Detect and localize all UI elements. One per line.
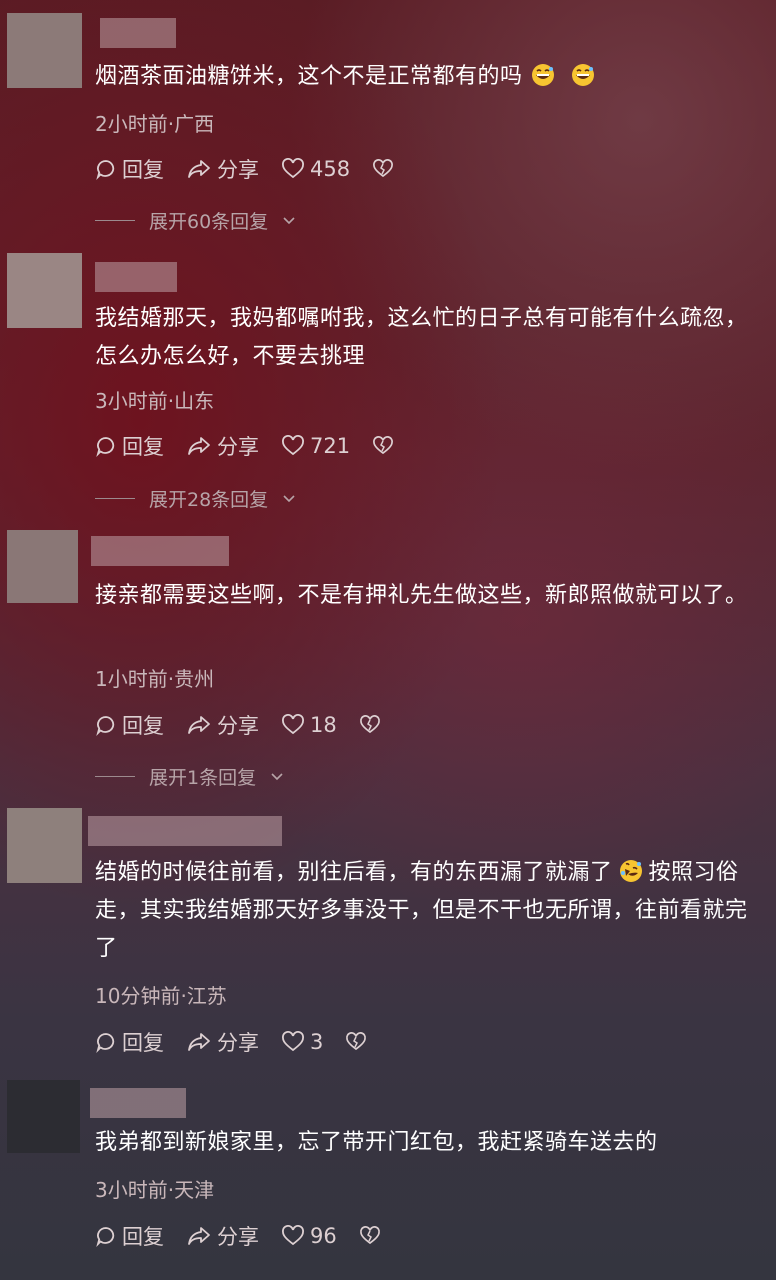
comment-text: 我结婚那天，我妈都嘱咐我，这么忙的日子总有可能有什么疏忽，怎么办怎么好，不要去挑… — [95, 306, 748, 369]
comment-time-location: 3小时前·天津 — [95, 1178, 215, 1202]
like-count: 721 — [310, 434, 351, 458]
reply-icon — [96, 160, 115, 180]
share-button[interactable]: 分享 — [186, 154, 259, 184]
reply-button[interactable]: 回复 — [95, 154, 164, 184]
avatar[interactable] — [7, 1080, 80, 1153]
comment-text: 结婚的时候往前看，别往后看，有的东西漏了就漏了 按照习俗走，其实我结婚那天好多事没… — [95, 860, 748, 961]
expand-replies[interactable]: 展开60条回复 — [95, 207, 296, 234]
like-button[interactable]: 458 — [281, 157, 350, 181]
avatar[interactable] — [7, 13, 82, 88]
username-blurred[interactable] — [88, 816, 282, 846]
comment-time-location: 3小时前·山东 — [95, 389, 215, 413]
comment-actions: 回复 分享 96 — [95, 1221, 381, 1251]
share-icon — [188, 160, 210, 178]
reply-icon — [96, 716, 115, 736]
dislike-button[interactable] — [372, 158, 394, 180]
reply-icon — [96, 1227, 115, 1247]
heart-icon — [282, 1031, 304, 1052]
share-button[interactable]: 分享 — [186, 710, 259, 740]
heart-icon — [282, 714, 304, 735]
like-count: 18 — [310, 713, 337, 737]
rolling-laughing-emoji — [619, 860, 642, 882]
grinning-sweat-emoji — [531, 64, 554, 86]
reply-button[interactable]: 回复 — [95, 431, 164, 461]
comment-text: 烟酒茶面油糖饼米，这个不是正常都有的吗 — [95, 58, 764, 96]
reply-button[interactable]: 回复 — [95, 710, 164, 740]
heart-icon — [282, 158, 304, 179]
broken-heart-icon — [359, 1226, 380, 1245]
share-icon — [188, 1227, 210, 1245]
chevron-down-icon — [271, 772, 283, 780]
chevron-down-icon — [283, 494, 295, 502]
reply-button[interactable]: 回复 — [95, 1221, 164, 1251]
share-icon — [188, 716, 210, 734]
like-button[interactable]: 18 — [281, 713, 337, 737]
comment-time-location: 1小时前·贵州 — [95, 667, 215, 691]
username-blurred[interactable] — [100, 18, 176, 48]
divider-line — [95, 220, 135, 221]
comment-actions: 回复 分享 721 — [95, 431, 394, 461]
username-blurred[interactable] — [91, 536, 229, 566]
share-button[interactable]: 分享 — [186, 1027, 259, 1057]
like-button[interactable]: 96 — [281, 1224, 337, 1248]
dislike-button[interactable] — [345, 1031, 367, 1053]
broken-heart-icon — [373, 436, 394, 455]
dislike-button[interactable] — [372, 435, 394, 457]
share-icon — [188, 1033, 210, 1051]
reply-icon — [96, 1033, 115, 1053]
comment-actions: 回复 分享 3 — [95, 1027, 367, 1057]
share-button[interactable]: 分享 — [186, 431, 259, 461]
divider-line — [95, 498, 135, 499]
broken-heart-icon — [346, 1032, 367, 1051]
dislike-button[interactable] — [359, 714, 381, 736]
avatar[interactable] — [7, 530, 78, 603]
comment-actions: 回复 分享 18 — [95, 710, 381, 740]
heart-icon — [282, 1225, 304, 1246]
divider-line — [95, 776, 135, 777]
comment-time-location: 10分钟前·江苏 — [95, 984, 227, 1008]
chevron-down-icon — [283, 216, 295, 224]
broken-heart-icon — [373, 159, 394, 178]
reply-icon — [96, 437, 115, 457]
avatar[interactable] — [7, 253, 82, 328]
share-icon — [188, 437, 210, 455]
expand-replies[interactable]: 展开1条回复 — [95, 763, 284, 790]
username-blurred[interactable] — [90, 1088, 186, 1118]
like-count: 96 — [310, 1224, 337, 1248]
reply-button[interactable]: 回复 — [95, 1027, 164, 1057]
avatar[interactable] — [7, 808, 82, 883]
like-count: 458 — [310, 157, 351, 181]
comment-text: 接亲都需要这些啊，不是有押礼先生做这些，新郎照做就可以了。 — [95, 583, 748, 608]
username-blurred[interactable] — [95, 262, 177, 292]
grinning-sweat-emoji — [571, 64, 594, 86]
expand-replies[interactable]: 展开28条回复 — [95, 485, 296, 512]
comment-time-location: 2小时前·广西 — [95, 112, 215, 136]
like-button[interactable]: 721 — [281, 434, 350, 458]
heart-icon — [282, 435, 304, 456]
share-button[interactable]: 分享 — [186, 1221, 259, 1251]
broken-heart-icon — [359, 715, 380, 734]
comment-text: 我弟都到新娘家里，忘了带开门红包，我赶紧骑车送去的 — [95, 1130, 658, 1155]
like-button[interactable]: 3 — [281, 1030, 323, 1054]
dislike-button[interactable] — [359, 1225, 381, 1247]
like-count: 3 — [310, 1030, 324, 1054]
comment-actions: 回复 分享 458 — [95, 154, 394, 184]
